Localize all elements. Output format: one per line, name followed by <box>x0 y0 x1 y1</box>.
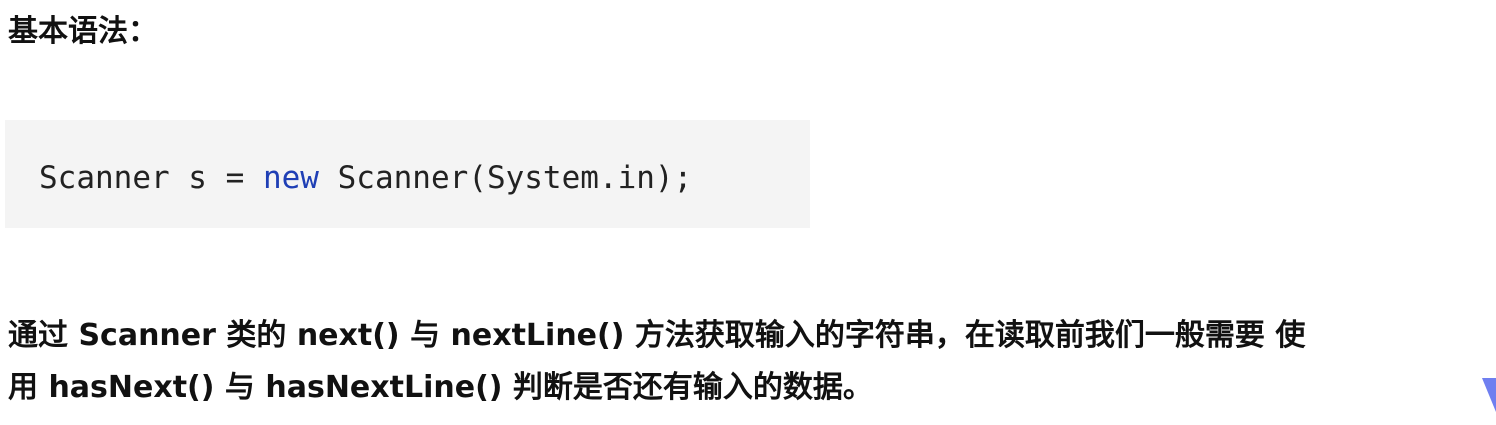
code-text-after: Scanner(System.in); <box>318 160 693 196</box>
code-keyword-new: new <box>262 160 319 196</box>
paragraph-line-1: 通过 Scanner 类的 next() 与 nextLine() 方法获取输入… <box>8 318 1306 353</box>
paragraph-line-2: 用 hasNext() 与 hasNextLine() 判断是否还有输入的数据。 <box>8 370 873 405</box>
section-heading: 基本语法： <box>8 14 158 49</box>
corner-marker-icon <box>1482 378 1496 412</box>
code-line: Scanner s = new Scanner(System.in); <box>39 158 692 198</box>
code-block: Scanner s = new Scanner(System.in); <box>5 120 810 228</box>
description-paragraph: 通过 Scanner 类的 next() 与 nextLine() 方法获取输入… <box>8 310 1494 414</box>
code-text-before: Scanner s = <box>39 160 263 196</box>
